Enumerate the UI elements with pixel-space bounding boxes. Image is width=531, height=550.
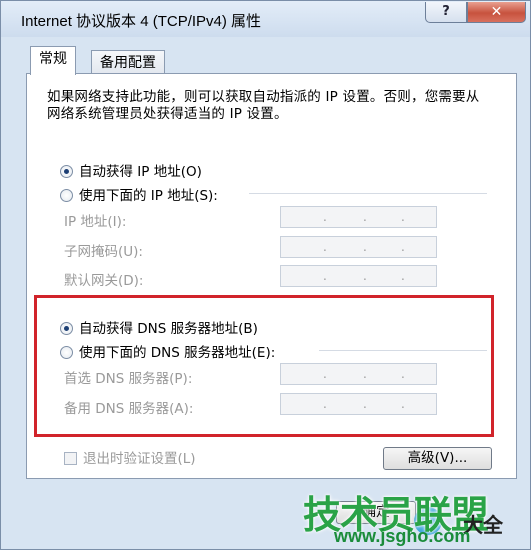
subnet-mask-field[interactable]: ...: [280, 236, 437, 258]
tab-general[interactable]: 常规: [30, 46, 76, 75]
help-button[interactable]: ?: [425, 2, 467, 23]
ip-group-line: [249, 193, 487, 194]
ip-address-field[interactable]: ...: [280, 206, 437, 228]
close-button[interactable]: ✕: [467, 2, 526, 23]
help-icon: ?: [442, 4, 450, 19]
ip-manual-radio[interactable]: [60, 189, 73, 202]
window-title: Internet 协议版本 4 (TCP/IPv4) 属性: [21, 13, 262, 30]
default-gateway-field[interactable]: ...: [280, 265, 437, 287]
validate-settings-option[interactable]: 退出时验证设置(L): [64, 447, 196, 467]
default-gateway-label: 默认网关(D):: [64, 273, 144, 289]
validate-settings-label: 退出时验证设置(L): [83, 451, 196, 467]
close-icon: ✕: [490, 4, 503, 20]
ip-manual-label: 使用下面的 IP 地址(S):: [79, 188, 218, 204]
dns-highlight-box: [34, 295, 494, 437]
tcpip-properties-dialog: Internet 协议版本 4 (TCP/IPv4) 属性 ? ✕ 常规 备用配…: [0, 0, 531, 550]
advanced-button[interactable]: 高级(V)...: [383, 447, 492, 470]
ip-manual-option[interactable]: 使用下面的 IP 地址(S):: [60, 184, 218, 204]
ip-auto-radio[interactable]: [60, 165, 73, 178]
ip-address-label: IP 地址(I):: [64, 214, 127, 230]
validate-settings-checkbox[interactable]: [64, 452, 77, 465]
watermark-url: www.jsgho.com: [334, 526, 471, 546]
title-bar: Internet 协议版本 4 (TCP/IPv4) 属性 ? ✕: [1, 1, 530, 37]
ip-auto-option[interactable]: 自动获得 IP 地址(O): [60, 160, 202, 180]
ip-auto-label: 自动获得 IP 地址(O): [79, 164, 202, 180]
subnet-mask-label: 子网掩码(U):: [64, 244, 143, 260]
description-text: 如果网络支持此功能，则可以获取自动指派的 IP 设置。否则，您需要从网络系统管理…: [47, 89, 480, 122]
